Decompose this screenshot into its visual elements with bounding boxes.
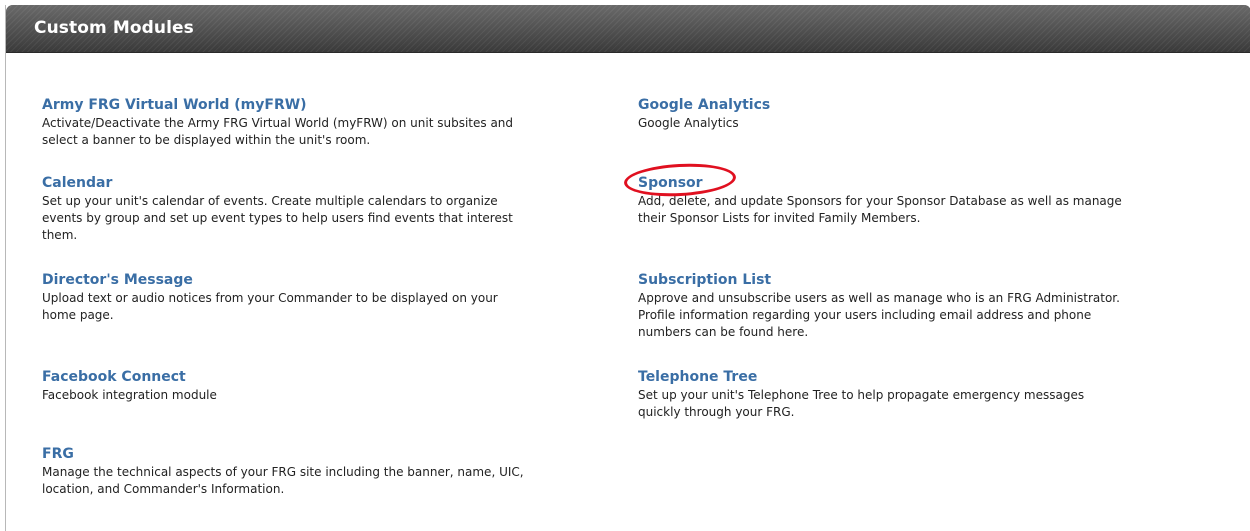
module-description-line: Manage the technical aspects of your FRG… <box>42 465 524 479</box>
module-google-analytics: Google Analytics Google Analytics <box>638 94 1218 132</box>
module-link-telephone-tree[interactable]: Telephone Tree <box>638 368 757 386</box>
module-army-frg-virtual-world: Army FRG Virtual World (myFRW) Activate/… <box>42 94 612 149</box>
module-description-line: numbers can be found here. <box>638 325 809 339</box>
module-description-line: them. <box>42 228 78 242</box>
module-description-line: Activate/Deactivate the Army FRG Virtual… <box>42 116 514 130</box>
module-description-line: Profile information regarding your users… <box>638 308 1092 322</box>
module-description: Set up your unit's calendar of events. C… <box>42 193 612 244</box>
panel-header: Custom Modules <box>6 5 1250 53</box>
module-description-line: Approve and unsubscribe users as well as… <box>638 291 1120 305</box>
module-description: Activate/Deactivate the Army FRG Virtual… <box>42 115 612 149</box>
module-sponsor: Sponsor Add, delete, and update Sponsors… <box>638 172 1218 227</box>
module-description: Manage the technical aspects of your FRG… <box>42 464 612 498</box>
module-link-calendar[interactable]: Calendar <box>42 174 112 192</box>
module-link-subscription-list[interactable]: Subscription List <box>638 271 771 289</box>
module-description-line: Set up your unit's calendar of events. C… <box>42 194 498 208</box>
module-link-army-frg-virtual-world[interactable]: Army FRG Virtual World (myFRW) <box>42 96 307 114</box>
module-description: Set up your unit's Telephone Tree to hel… <box>638 387 1218 421</box>
module-link-sponsor[interactable]: Sponsor <box>638 174 703 192</box>
module-link-facebook-connect[interactable]: Facebook Connect <box>42 368 186 386</box>
module-description-line: Add, delete, and update Sponsors for you… <box>638 194 1122 208</box>
module-description-line: Upload text or audio notices from your C… <box>42 291 498 305</box>
module-description-line: Facebook integration module <box>42 388 217 402</box>
module-facebook-connect: Facebook Connect Facebook integration mo… <box>42 366 612 404</box>
module-link-google-analytics[interactable]: Google Analytics <box>638 96 770 114</box>
module-description-line: quickly through your FRG. <box>638 405 795 419</box>
module-description: Add, delete, and update Sponsors for you… <box>638 193 1218 227</box>
module-description: Google Analytics <box>638 115 1218 132</box>
module-description: Approve and unsubscribe users as well as… <box>638 290 1218 341</box>
module-description-line: location, and Commander's Information. <box>42 482 285 496</box>
module-link-frg[interactable]: FRG <box>42 445 74 463</box>
module-telephone-tree: Telephone Tree Set up your unit's Teleph… <box>638 366 1218 421</box>
module-directors-message: Director's Message Upload text or audio … <box>42 269 612 324</box>
panel-title: Custom Modules <box>34 18 194 38</box>
module-description: Upload text or audio notices from your C… <box>42 290 612 324</box>
module-description: Facebook integration module <box>42 387 612 404</box>
module-calendar: Calendar Set up your unit's calendar of … <box>42 172 612 244</box>
module-frg: FRG Manage the technical aspects of your… <box>42 443 612 498</box>
module-description-line: Google Analytics <box>638 116 739 130</box>
module-description-line: home page. <box>42 308 114 322</box>
module-description-line: select a banner to be displayed within t… <box>42 133 371 147</box>
module-link-directors-message[interactable]: Director's Message <box>42 271 193 289</box>
module-description-line: Set up your unit's Telephone Tree to hel… <box>638 388 1085 402</box>
module-description-line: events by group and set up event types t… <box>42 211 513 225</box>
module-subscription-list: Subscription List Approve and unsubscrib… <box>638 269 1218 341</box>
module-description-line: their Sponsor Lists for invited Family M… <box>638 211 921 225</box>
